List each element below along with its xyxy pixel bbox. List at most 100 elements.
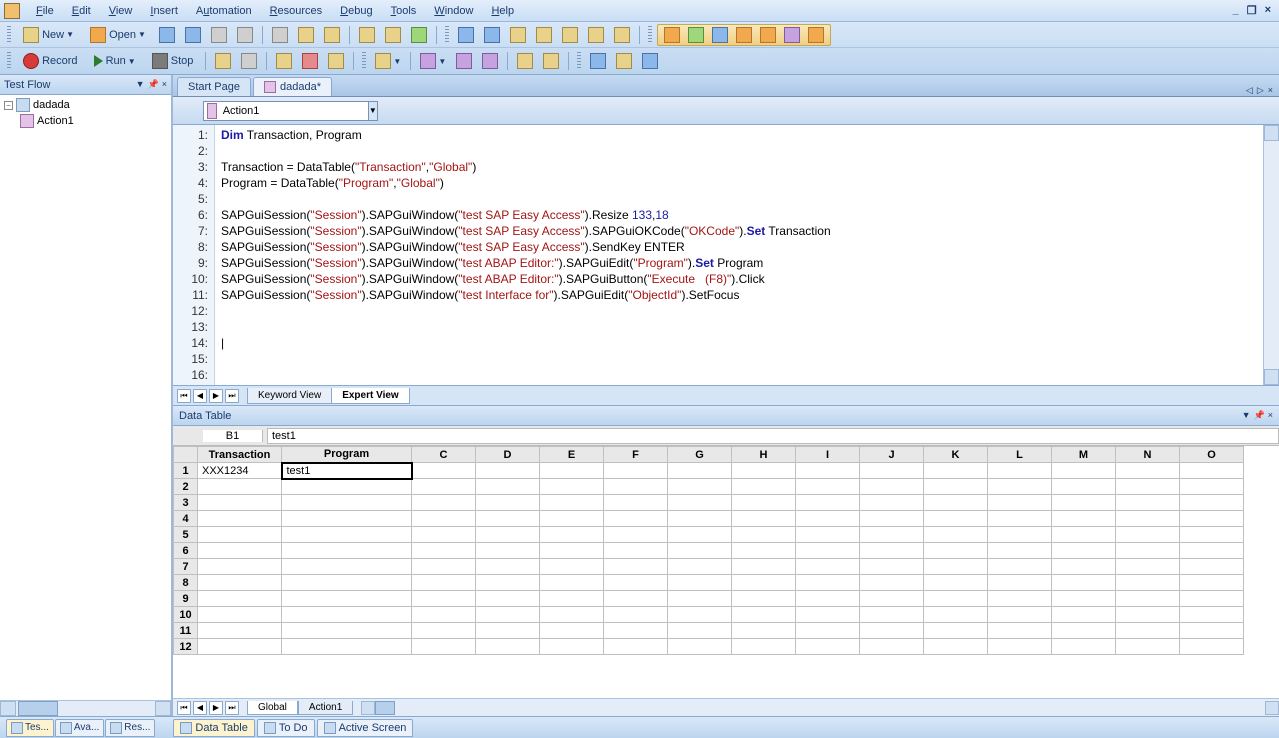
nav-last[interactable]: ⏭ (225, 389, 239, 403)
view-btn-3[interactable] (708, 25, 732, 45)
menu-help[interactable]: Help (483, 3, 522, 19)
open-button[interactable]: Open▼ (83, 25, 153, 45)
object-repo-button[interactable] (272, 51, 296, 71)
panel-hscroll[interactable] (0, 700, 171, 716)
paste-button[interactable] (320, 25, 344, 45)
sheet-nav-last[interactable]: ⏭ (225, 701, 239, 715)
sync-button[interactable] (478, 51, 502, 71)
uncomment-button[interactable] (532, 25, 556, 45)
view-btn-6[interactable] (780, 25, 804, 45)
data-grid[interactable]: TransactionProgramCDEFGHIJKLMNO1XXX1234t… (173, 446, 1244, 655)
print-preview-button[interactable] (233, 25, 257, 45)
menu-resources[interactable]: Resources (262, 3, 331, 19)
record-button[interactable]: Record (16, 51, 85, 71)
action-input[interactable] (220, 105, 368, 117)
restore-button[interactable]: ❐ (1245, 4, 1259, 17)
find-button[interactable] (558, 25, 582, 45)
menu-insert[interactable]: Insert (142, 3, 186, 19)
btab-to-do[interactable]: To Do (257, 719, 315, 737)
checkpoint-button[interactable]: ▼ (416, 51, 450, 71)
view-btn-4[interactable] (732, 25, 756, 45)
panel-close[interactable]: × (162, 79, 167, 90)
formula-input[interactable] (267, 428, 1279, 444)
copy-button[interactable] (294, 25, 318, 45)
view-btn-7[interactable] (804, 25, 828, 45)
nav-first[interactable]: ⏮ (177, 389, 191, 403)
tab-next[interactable]: ▷ (1257, 85, 1264, 96)
menu-window[interactable]: Window (426, 3, 481, 19)
comment-button[interactable] (506, 25, 530, 45)
pointer-button[interactable] (237, 51, 261, 71)
sheet-tab-global[interactable]: Global (247, 701, 298, 715)
panel-close[interactable]: × (1268, 410, 1273, 421)
menu-edit[interactable]: Edit (64, 3, 99, 19)
minimize-button[interactable]: _ (1231, 4, 1241, 17)
sheet-nav-prev[interactable]: ◀ (193, 701, 207, 715)
step-gen-button[interactable]: ▼ (371, 51, 405, 71)
menu-automation[interactable]: Automation (188, 3, 260, 19)
test-flow-tree[interactable]: − dadada Action1 (0, 95, 171, 700)
import-button[interactable] (381, 25, 405, 45)
dt-btn-1[interactable] (586, 51, 610, 71)
recovery-button[interactable] (298, 51, 322, 71)
collapse-icon[interactable]: − (4, 101, 13, 110)
panel-dropdown[interactable]: ▼ (1242, 410, 1251, 421)
nav-next[interactable]: ▶ (209, 389, 223, 403)
lbtab-resources[interactable]: Res... (105, 719, 155, 737)
save-button[interactable] (155, 25, 179, 45)
sheet-nav-first[interactable]: ⏮ (177, 701, 191, 715)
panel-pin[interactable]: 📌 (1254, 410, 1265, 421)
btab-active-screen[interactable]: Active Screen (317, 719, 414, 737)
undo-button[interactable] (454, 25, 478, 45)
menu-file[interactable]: File (28, 3, 62, 19)
replace-button[interactable] (584, 25, 608, 45)
editor-vscroll[interactable] (1263, 125, 1279, 385)
toolbar-grip[interactable] (648, 26, 652, 44)
btab-data-table[interactable]: Data Table (173, 719, 254, 737)
code-editor[interactable]: 1:2:3:4:5:6:7:8:9:10:11:12:13:14:15:16: … (173, 125, 1279, 386)
start-trans-button[interactable] (513, 51, 537, 71)
cell-ref[interactable]: B1 (203, 430, 263, 442)
toolbar-grip[interactable] (7, 26, 11, 44)
syntax-check-button[interactable] (610, 25, 634, 45)
menu-tools[interactable]: Tools (383, 3, 425, 19)
dt-btn-3[interactable] (638, 51, 662, 71)
lbtab-available[interactable]: Ava... (55, 719, 104, 737)
lbtab-testflow[interactable]: Tes... (6, 719, 54, 737)
panel-pin[interactable]: 📌 (148, 79, 159, 90)
output-val-button[interactable] (452, 51, 476, 71)
close-button[interactable]: × (1263, 4, 1273, 17)
redo-button[interactable] (480, 25, 504, 45)
tab-dadada[interactable]: dadada* (253, 77, 332, 96)
grid-hscroll[interactable] (361, 701, 1279, 715)
tab-start-page[interactable]: Start Page (177, 77, 251, 96)
sheet-tab-action1[interactable]: Action1 (298, 701, 353, 715)
tab-prev[interactable]: ◁ (1246, 85, 1253, 96)
new-button[interactable]: New▼ (16, 25, 81, 45)
save-all-button[interactable] (181, 25, 205, 45)
sheet-nav-next[interactable]: ▶ (209, 701, 223, 715)
menu-view[interactable]: View (101, 3, 141, 19)
code-area[interactable]: Dim Transaction, Program Transaction = D… (215, 125, 1263, 385)
cut-button[interactable] (268, 25, 292, 45)
chevron-down-icon[interactable]: ▼ (368, 102, 377, 120)
export-button[interactable] (355, 25, 379, 45)
hand-button[interactable] (211, 51, 235, 71)
toolbar-grip[interactable] (445, 26, 449, 44)
view-btn-2[interactable] (684, 25, 708, 45)
end-trans-button[interactable] (539, 51, 563, 71)
tree-node-root[interactable]: − dadada (2, 97, 169, 113)
menu-debug[interactable]: Debug (332, 3, 380, 19)
view-btn-1[interactable] (660, 25, 684, 45)
tab-close[interactable]: × (1268, 85, 1273, 96)
stop-button[interactable]: Stop (145, 51, 201, 71)
run-button[interactable]: Run▼ (87, 51, 143, 71)
print-button[interactable] (207, 25, 231, 45)
dt-btn-2[interactable] (612, 51, 636, 71)
view-btn-5[interactable] (756, 25, 780, 45)
web-button[interactable] (407, 25, 431, 45)
tab-keyword-view[interactable]: Keyword View (247, 388, 332, 404)
tab-expert-view[interactable]: Expert View (331, 388, 410, 404)
panel-dropdown[interactable]: ▼ (136, 79, 145, 90)
settings-button[interactable] (324, 51, 348, 71)
